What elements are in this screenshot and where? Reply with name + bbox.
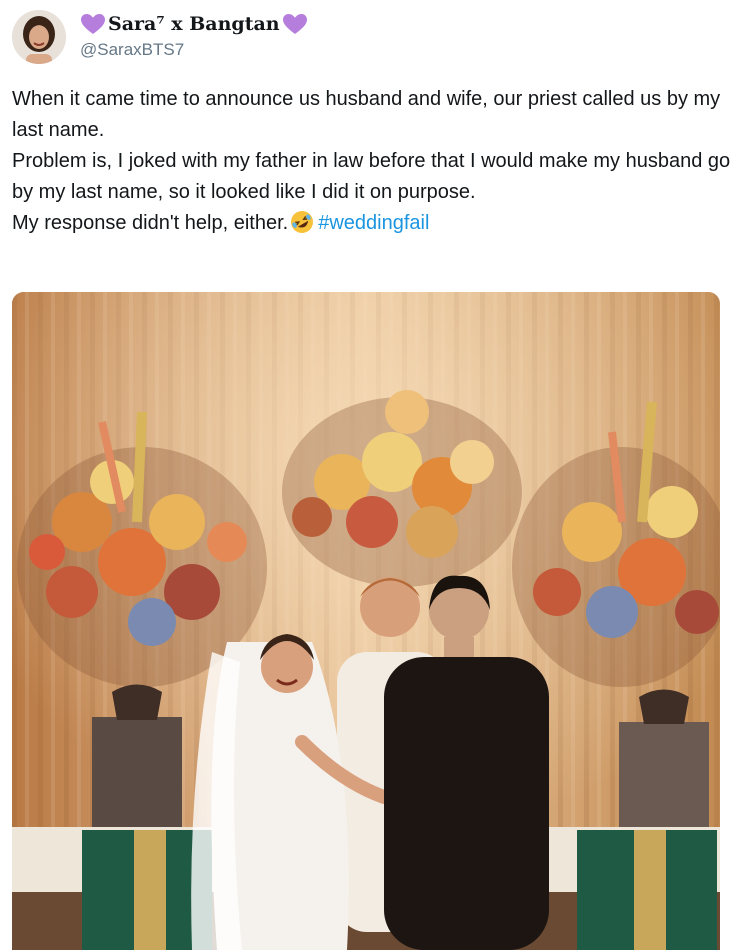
avatar-woman-icon <box>12 10 66 64</box>
tweet-line-text: My response didn't help, either. <box>12 212 289 234</box>
display-name[interactable]: Sara⁷ x Bangtan <box>108 12 280 36</box>
tweet-text: When it came time to announce us husband… <box>12 84 732 239</box>
user-handle[interactable]: @SaraxBTS7 <box>80 40 308 60</box>
tweet-header: Sara⁷ x Bangtan @SaraxBTS7 <box>12 8 732 64</box>
avatar[interactable] <box>12 10 66 64</box>
tweet-photo[interactable] <box>12 292 720 950</box>
wedding-photo-icon <box>12 292 720 950</box>
rolling-on-floor-laughing-emoji-icon <box>291 211 314 233</box>
tweet-line: When it came time to announce us husband… <box>12 88 721 141</box>
tweet-line: Problem is, I joked with my father in la… <box>12 150 731 203</box>
purple-heart-icon <box>282 14 307 34</box>
hashtag-link[interactable]: #weddingfail <box>318 212 429 234</box>
tweet-line-last: My response didn't help, either. #weddin… <box>12 208 732 239</box>
purple-heart-icon <box>81 14 105 34</box>
